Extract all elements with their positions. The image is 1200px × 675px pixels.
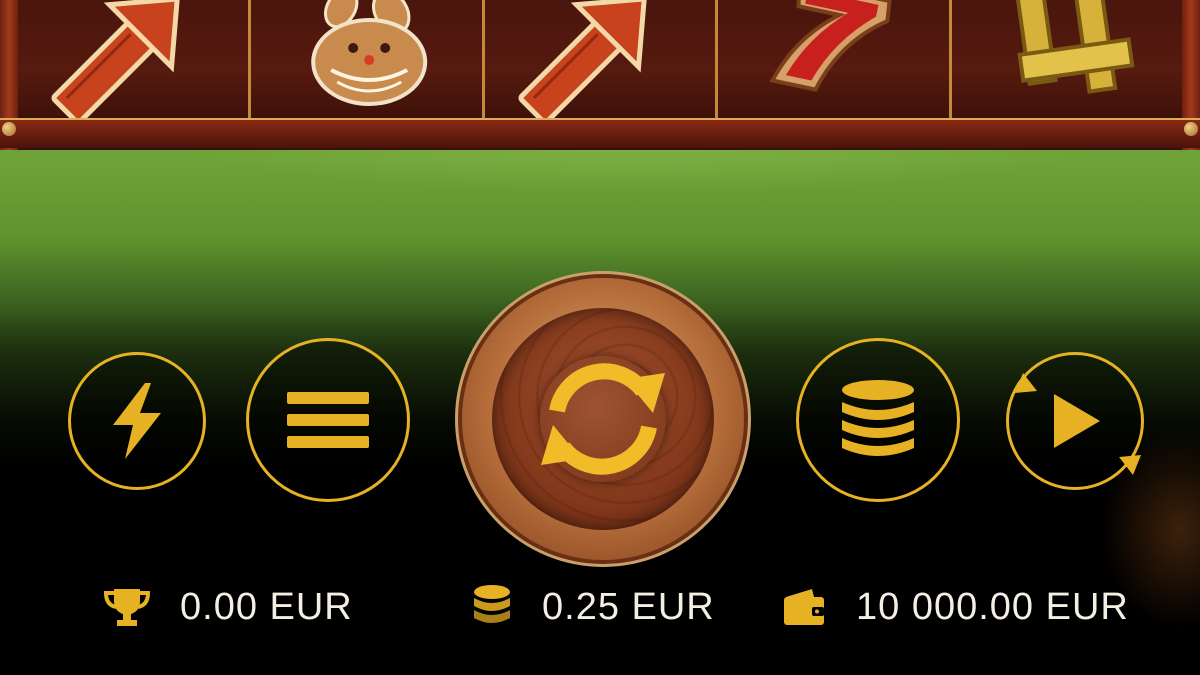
number-4-icon xyxy=(1013,0,1135,94)
bet-button[interactable] xyxy=(796,338,960,502)
autoplay-button[interactable] xyxy=(1006,352,1144,490)
rivet xyxy=(2,122,16,136)
spin-button[interactable] xyxy=(462,278,744,560)
arrow-up-left-icon xyxy=(51,0,180,118)
coins-icon xyxy=(472,584,512,630)
reel-3 xyxy=(484,0,719,118)
reels-area xyxy=(18,0,1183,121)
gingerbread-man-icon xyxy=(311,0,428,106)
spin-arrows-icon xyxy=(541,363,665,475)
balance-display: 10 000.00 EUR xyxy=(782,584,1129,630)
bet-display: 0.25 EUR xyxy=(472,584,715,630)
turbo-button[interactable] xyxy=(68,352,206,490)
background-hill xyxy=(0,130,1200,280)
coin-stack-icon xyxy=(842,380,914,456)
trophy-icon xyxy=(104,587,150,627)
rivet xyxy=(1184,122,1198,136)
reel-frame-bottom xyxy=(0,118,1200,148)
hamburger-menu-icon xyxy=(287,392,369,448)
reel-1 xyxy=(18,0,252,118)
wallet-icon xyxy=(782,587,826,627)
lightning-icon xyxy=(113,383,161,459)
menu-button[interactable] xyxy=(246,338,410,502)
bet-value: 0.25 EUR xyxy=(542,585,715,628)
arrow-up-left-icon xyxy=(518,0,647,118)
seven-icon xyxy=(769,0,892,92)
win-value: 0.00 EUR xyxy=(180,585,353,628)
reel-4 xyxy=(718,0,952,118)
balance-value: 10 000.00 EUR xyxy=(856,585,1129,628)
autoplay-ring-arrows xyxy=(1015,373,1141,475)
win-display: 0.00 EUR xyxy=(104,584,353,630)
reel-5 xyxy=(951,0,1183,118)
reel-2 xyxy=(251,0,485,118)
